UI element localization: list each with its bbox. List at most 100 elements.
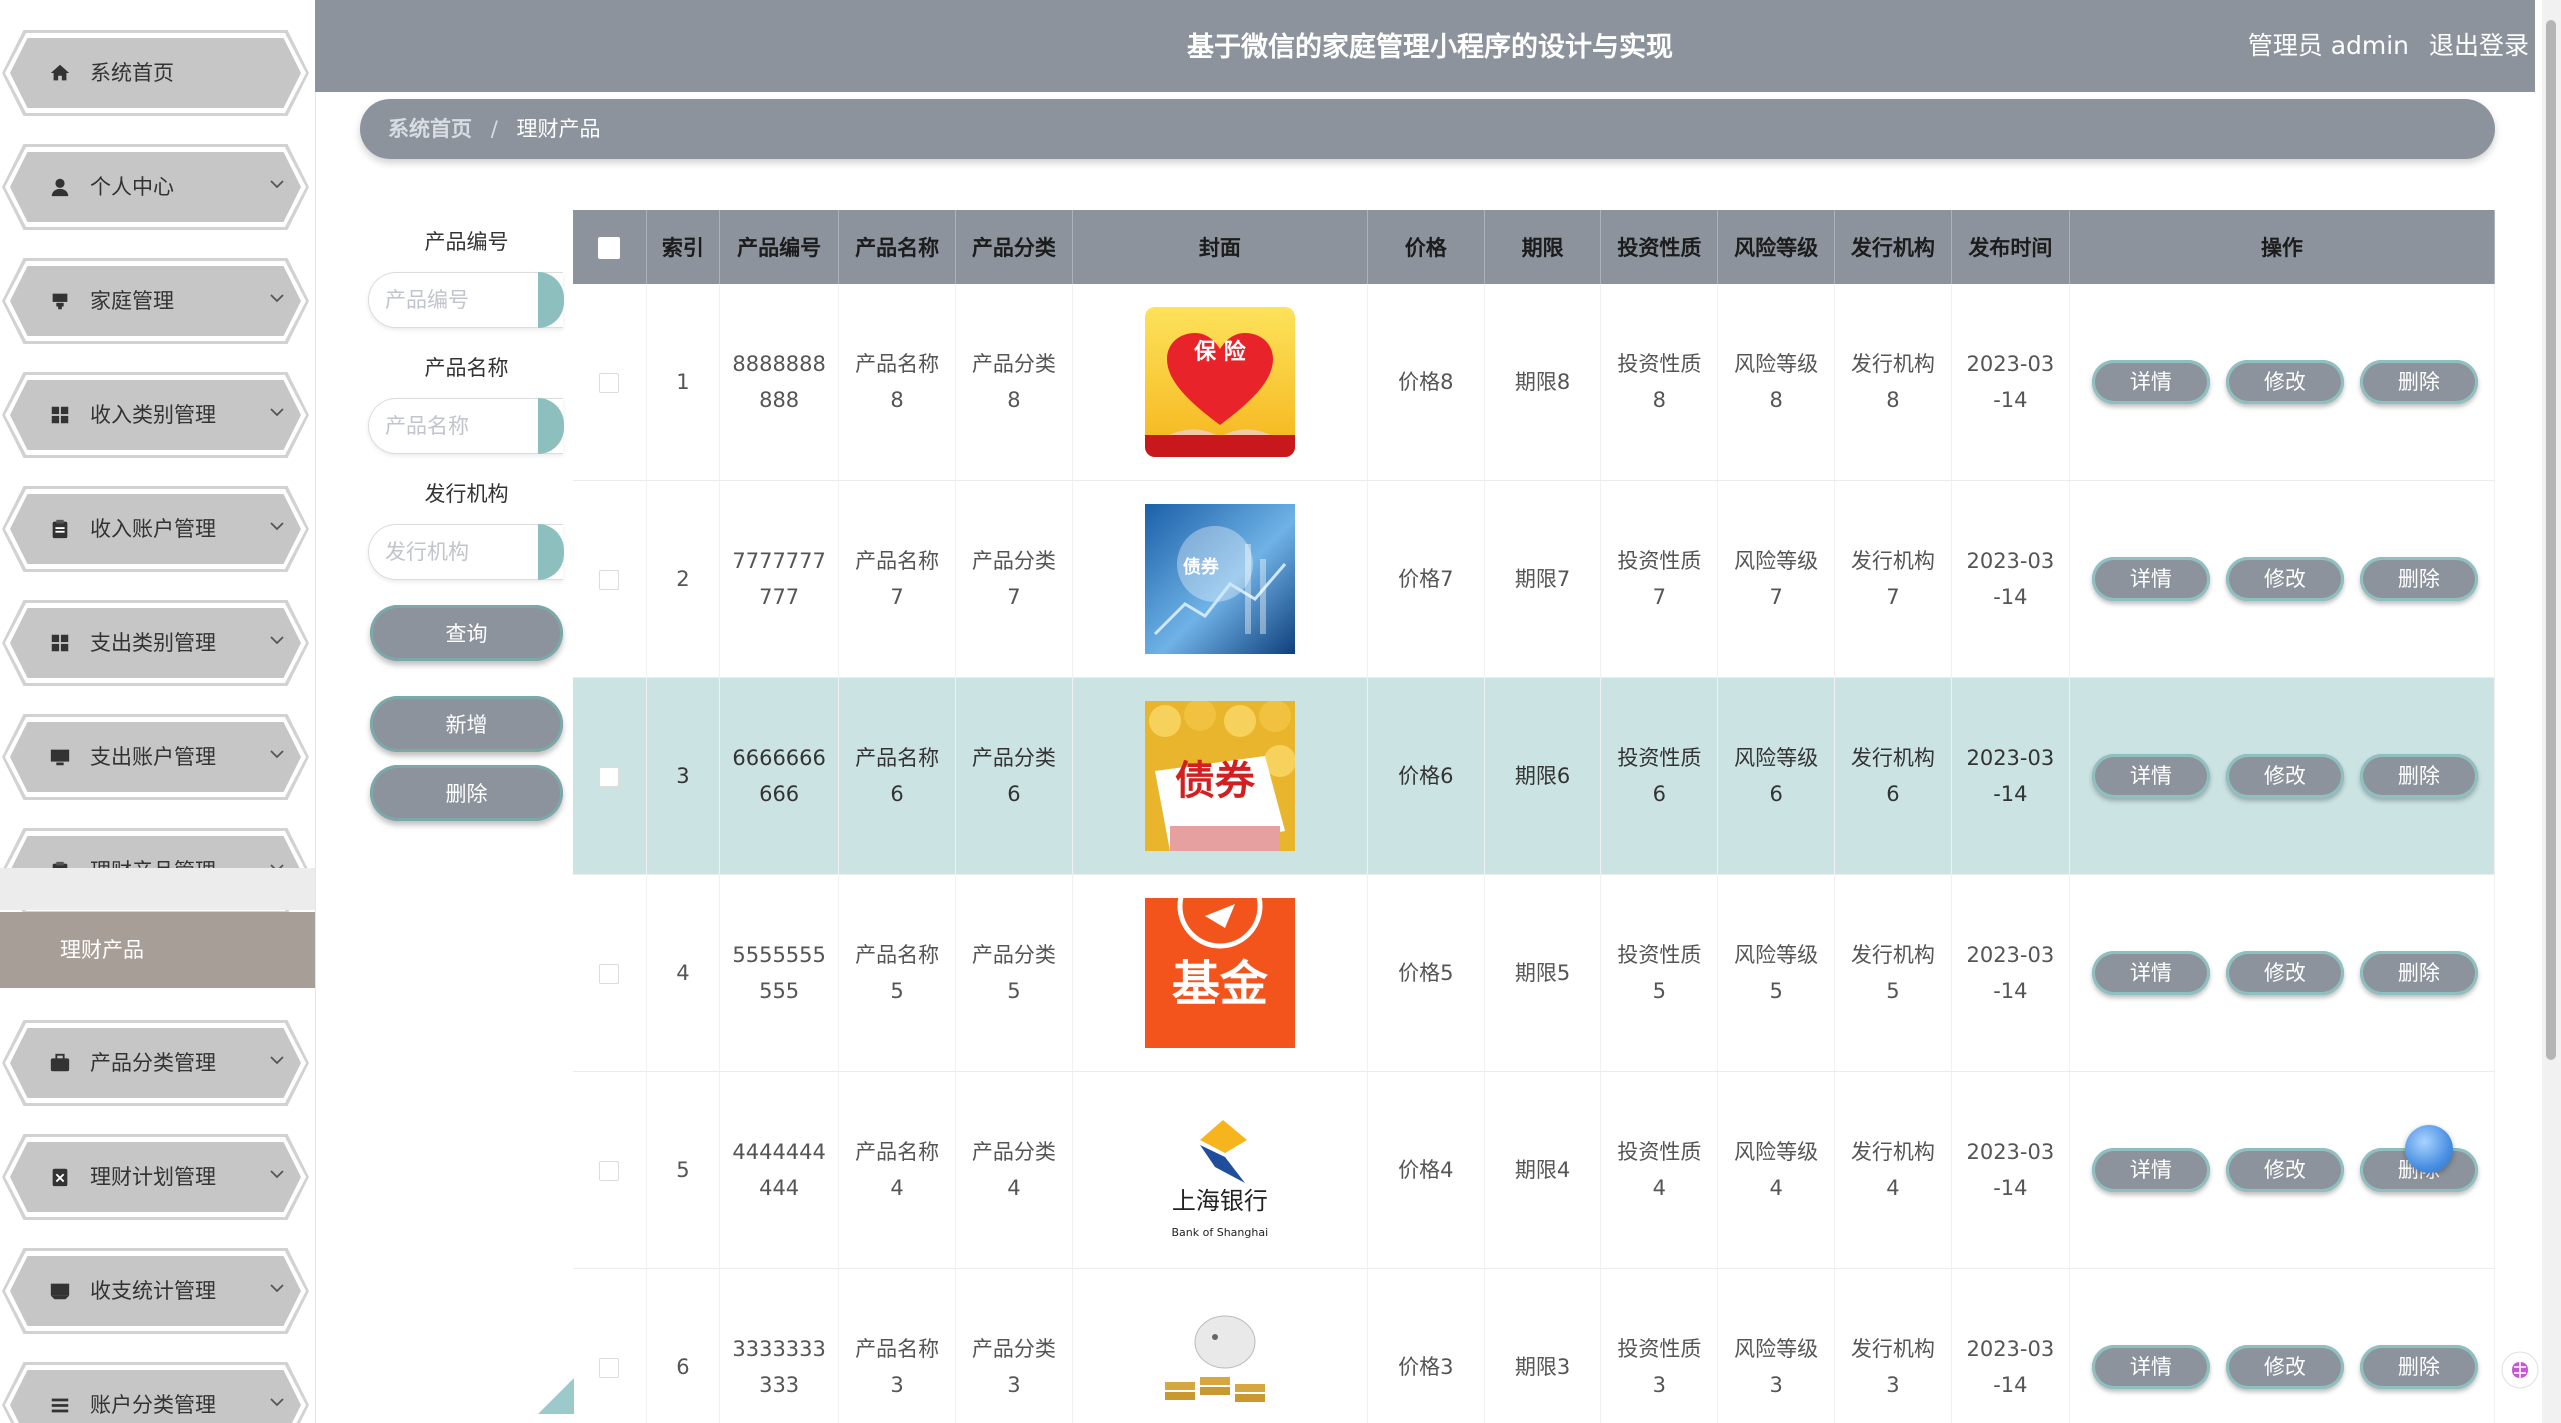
issuer-line2: 8 [1835, 382, 1951, 418]
name-line1: 产品名称 [839, 937, 955, 973]
chevron-down-icon [268, 403, 286, 421]
add-button[interactable]: 新增 [370, 696, 563, 752]
row-checkbox[interactable] [599, 1358, 619, 1378]
name-line2: 8 [839, 382, 955, 418]
category-line2: 6 [956, 776, 1072, 812]
risk-line1: 风险等级 [1718, 346, 1834, 382]
edit-button[interactable]: 修改 [2226, 1148, 2344, 1192]
batch-delete-button[interactable]: 删除 [370, 765, 563, 821]
corner-triangle-icon [538, 1378, 574, 1414]
term-cell: 期限7 [1484, 481, 1601, 678]
code-cell: 5555555555 [720, 875, 839, 1072]
sidebar-item-5[interactable]: 支出类别管理 [0, 600, 315, 686]
detail-button[interactable]: 详情 [2092, 557, 2210, 601]
sidebar-item-9[interactable]: 理财计划管理 [0, 1134, 315, 1220]
name-line1: 产品名称 [839, 543, 955, 579]
sidebar-item-0[interactable]: 系统首页 [0, 30, 315, 116]
category-line1: 产品分类 [956, 543, 1072, 579]
product-name-input[interactable] [368, 398, 563, 454]
sidebar-item-10[interactable]: 收支统计管理 [0, 1248, 315, 1334]
risk-cell: 风险等级3 [1718, 1269, 1835, 1423]
issuer-line2: 6 [1835, 776, 1951, 812]
sidebar-item-11[interactable]: 账户分类管理 [0, 1362, 315, 1423]
risk-cell: 风险等级6 [1718, 678, 1835, 875]
cover-cell: 债券 [1072, 481, 1367, 678]
table-row[interactable]: 45555555555产品名称5产品分类5基金价格5期限5投资性质5风险等级5发… [573, 875, 2495, 1072]
floating-assistant-ball[interactable] [2405, 1125, 2453, 1173]
sidebar-item-4[interactable]: 收入账户管理 [0, 486, 315, 572]
edit-button[interactable]: 修改 [2226, 1345, 2344, 1389]
detail-button[interactable]: 详情 [2092, 754, 2210, 798]
category-line2: 5 [956, 973, 1072, 1009]
actions-cell: 详情修改删除 [2069, 875, 2494, 1072]
sidebar-item-2[interactable]: 家庭管理 [0, 258, 315, 344]
category-line2: 3 [956, 1367, 1072, 1403]
time-line1: 2023-03 [1952, 543, 2069, 579]
category-cell: 产品分类6 [955, 678, 1072, 875]
actions-cell: 详情修改删除 [2069, 284, 2494, 481]
brain-icon[interactable] [2500, 1350, 2540, 1390]
breadcrumb-home[interactable]: 系统首页 [388, 117, 472, 141]
delete-button[interactable]: 删除 [2360, 754, 2478, 798]
chevron-down-icon [268, 1165, 286, 1183]
query-button[interactable]: 查询 [370, 605, 563, 661]
detail-button[interactable]: 详情 [2092, 1148, 2210, 1192]
risk-cell: 风险等级7 [1718, 481, 1835, 678]
user-label: 管理员 admin [2248, 31, 2409, 60]
col-header-index: 索引 [646, 210, 719, 284]
table-row[interactable]: 27777777777产品名称7产品分类7债券价格7期限7投资性质7风险等级7发… [573, 481, 2495, 678]
delete-button[interactable]: 删除 [2360, 557, 2478, 601]
sidebar-item-6[interactable]: 支出账户管理 [0, 714, 315, 800]
sidebar-item-3[interactable]: 收入类别管理 [0, 372, 315, 458]
issuer-input[interactable] [368, 524, 563, 580]
issuer-line1: 发行机构 [1835, 937, 1951, 973]
select-all-checkbox[interactable] [598, 237, 620, 259]
category-line1: 产品分类 [956, 1331, 1072, 1367]
product-name-label: 产品名称 [368, 352, 565, 382]
code-line1: 3333333 [720, 1331, 838, 1367]
delete-button[interactable]: 删除 [2360, 1345, 2478, 1389]
row-checkbox[interactable] [599, 964, 619, 984]
detail-button[interactable]: 详情 [2092, 951, 2210, 995]
delete-button[interactable]: 删除 [2360, 951, 2478, 995]
sidebar-item-1[interactable]: 个人中心 [0, 144, 315, 230]
table-row[interactable]: 54444444444产品名称4产品分类4上海银行Bank of Shangha… [573, 1072, 2495, 1269]
index-cell: 1 [646, 284, 719, 481]
code-line2: 888 [720, 382, 838, 418]
edit-button[interactable]: 修改 [2226, 557, 2344, 601]
row-checkbox[interactable] [599, 1161, 619, 1181]
risk-line1: 风险等级 [1718, 543, 1834, 579]
cover-cell: 上海银行Bank of Shanghai [1072, 1072, 1367, 1269]
submenu-item-products[interactable]: 理财产品 [0, 912, 315, 988]
edit-button[interactable]: 修改 [2226, 360, 2344, 404]
breadcrumb: 系统首页 / 理财产品 [360, 99, 2495, 159]
table-row[interactable]: 63333333333产品名称3产品分类3价格3期限3投资性质3风险等级3发行机… [573, 1269, 2495, 1423]
row-checkbox[interactable] [599, 373, 619, 393]
row-select-cell [573, 1269, 646, 1423]
nature-line2: 3 [1601, 1367, 1717, 1403]
logout-link[interactable]: 退出登录 [2429, 31, 2529, 60]
cover-cell: 保 险 [1072, 284, 1367, 481]
table-row[interactable]: 18888888888产品名称8产品分类8保 险价格8期限8投资性质8风险等级8… [573, 284, 2495, 481]
name-line1: 产品名称 [839, 740, 955, 776]
chevron-down-icon [268, 1279, 286, 1297]
risk-line2: 5 [1718, 973, 1834, 1009]
row-checkbox[interactable] [599, 767, 619, 787]
col-header-actions: 操作 [2069, 210, 2494, 284]
sidebar-item-8[interactable]: 产品分类管理 [0, 1020, 315, 1106]
edit-button[interactable]: 修改 [2226, 951, 2344, 995]
nature-line2: 5 [1601, 973, 1717, 1009]
col-header-issuer: 发行机构 [1835, 210, 1952, 284]
row-select-cell [573, 481, 646, 678]
row-checkbox[interactable] [599, 570, 619, 590]
edit-button[interactable]: 修改 [2226, 754, 2344, 798]
page-scrollbar-thumb[interactable] [2546, 20, 2556, 1060]
cover-image: 上海银行Bank of Shanghai [1145, 1095, 1295, 1245]
index-cell: 3 [646, 678, 719, 875]
product-code-input[interactable] [368, 272, 563, 328]
row-select-cell [573, 875, 646, 1072]
table-row[interactable]: 36666666666产品名称6产品分类6债券价格6期限6投资性质6风险等级6发… [573, 678, 2495, 875]
detail-button[interactable]: 详情 [2092, 360, 2210, 404]
delete-button[interactable]: 删除 [2360, 360, 2478, 404]
detail-button[interactable]: 详情 [2092, 1345, 2210, 1389]
